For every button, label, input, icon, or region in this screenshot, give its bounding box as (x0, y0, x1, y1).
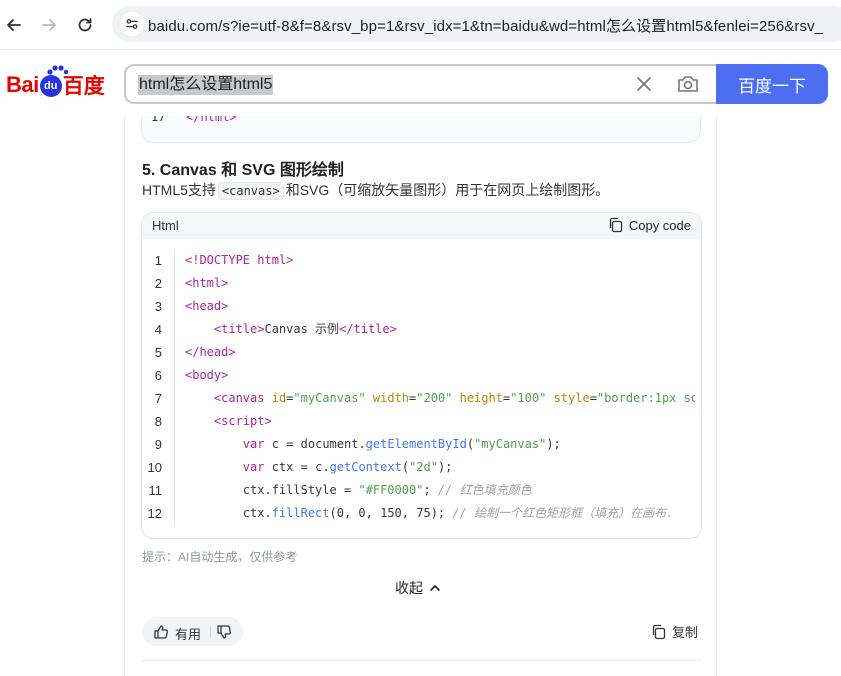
line-number: 3 (154, 299, 162, 314)
code-text: <!DOCTYPE html> (185, 253, 294, 267)
copy-code-label: Copy code (628, 217, 691, 233)
copy-icon (652, 624, 666, 639)
line-number: 11 (148, 483, 163, 498)
code-line: 1 <!DOCTYPE html> (142, 249, 701, 272)
line-number: 6 (154, 368, 162, 383)
line-number: 9 (154, 437, 162, 452)
back-button[interactable] (1, 12, 27, 38)
copy-answer-button[interactable]: 复制 (651, 622, 698, 641)
line-number: 1 (154, 253, 162, 268)
feedback-pill: 有用 (142, 617, 243, 646)
logo-du: du (39, 75, 62, 97)
line-number: 17 (151, 116, 166, 124)
code-text: <body> (185, 368, 229, 382)
section-description: HTML5支持 <canvas> 和SVG（可缩放矢量图形）用于在网页上绘制图形。 (142, 182, 610, 200)
line-number: 10 (147, 460, 162, 475)
arrow-right-icon (42, 19, 56, 31)
code-line: 5 </head> (142, 341, 701, 364)
clear-icon[interactable] (634, 74, 654, 94)
line-number: 8 (154, 414, 162, 429)
thumbs-up-icon[interactable] (153, 624, 169, 640)
search-header: Bai du 百度 html怎么设置html5 百度一下 (0, 50, 841, 116)
code-text: <head> (185, 299, 229, 313)
thumbs-down-icon[interactable] (216, 624, 232, 640)
code-line: 2 <html> (142, 272, 701, 295)
code-text: var c = document.getElementById("myCanva… (242, 437, 561, 451)
arrow-left-icon (7, 19, 21, 31)
code-line: 7 <canvas id="myCanvas" width="200" heig… (142, 387, 701, 410)
site-info-icon[interactable] (120, 12, 144, 36)
code-line: 3 <head> (142, 295, 701, 318)
copy-code-button[interactable]: Copy code (608, 217, 691, 233)
code-line: 6 <body> (142, 364, 701, 387)
collapse-button[interactable]: 收起 (395, 578, 441, 598)
line-number: 4 (154, 322, 162, 337)
code-body: 1 <!DOCTYPE html> 2 <html> 3 <head> 4 <title>C… (142, 249, 701, 525)
code-language: Html (152, 218, 179, 233)
ai-hint: 提示：AI自动生成，仅供参考 (142, 550, 298, 564)
copy-answer-label: 复制 (672, 625, 699, 640)
camera-icon[interactable] (676, 72, 700, 96)
code-text: ctx.fillStyle = "#FF0000"; // 红色填充颜色 (242, 483, 532, 497)
code-header: Html Copy code (142, 213, 701, 239)
code-line: 12 ctx.fillRect(0, 0, 150, 75); // 绘制一个红… (142, 502, 701, 525)
code-line: 11 ctx.fillStyle = "#FF0000"; // 红色填充颜色 (142, 479, 701, 502)
copy-icon (609, 217, 622, 233)
inline-code: <canvas> (217, 182, 284, 200)
line-number: 12 (147, 506, 162, 521)
line-number: 5 (154, 345, 162, 360)
baidu-logo[interactable]: Bai du 百度 (6, 65, 105, 103)
reload-icon (78, 18, 92, 32)
code-text: </head> (185, 345, 236, 359)
code-block: Html Copy code 1 <!DOCTYPE html> 2 <html> 3 <… (141, 212, 702, 539)
code-line: 8 <script> (142, 410, 701, 433)
code-text: <html> (185, 276, 229, 290)
code-line: 10 var ctx = c.getContext("2d"); (142, 456, 701, 479)
address-bar[interactable]: baidu.com/s?ie=utf-8&f=8&rsv_bp=1&rsv_id… (112, 6, 841, 42)
ai-answer-card: 17 </html> 5. Canvas 和 SVG 图形绘制 HTML5支持 <… (124, 116, 717, 676)
search-input[interactable]: html怎么设置html5 (124, 64, 718, 104)
divider (141, 660, 702, 661)
logo-baidu-cn: 百度 (62, 75, 105, 98)
search-query[interactable]: html怎么设置html5 (138, 75, 274, 95)
browser-toolbar: baidu.com/s?ie=utf-8&f=8&rsv_bp=1&rsv_id… (0, 0, 841, 50)
code-text: </html> (186, 116, 237, 124)
line-number: 2 (154, 276, 162, 291)
divider (210, 626, 211, 638)
previous-code-block: 17 </html> (141, 116, 701, 143)
code-text: <script> (213, 414, 272, 428)
code-line: 4 <title>Canvas 示例</title> (142, 318, 701, 341)
address-url[interactable]: baidu.com/s?ie=utf-8&f=8&rsv_bp=1&rsv_id… (148, 15, 823, 36)
useful-label[interactable]: 有用 (175, 624, 201, 643)
code-text: <canvas id="myCanvas" width="200" height… (213, 391, 695, 405)
code-line: 9 var c = document.getElementById("myCan… (142, 433, 701, 456)
line-number: 7 (154, 391, 162, 406)
forward-button[interactable] (36, 12, 62, 38)
code-text: ctx.fillRect(0, 0, 150, 75); // 绘制一个红色矩形… (242, 506, 674, 520)
code-text: <title>Canvas 示例</title> (213, 322, 397, 336)
chevron-up-icon (430, 585, 440, 591)
logo-bai: Bai (6, 72, 39, 97)
search-button[interactable]: 百度一下 (716, 64, 828, 104)
code-text: var ctx = c.getContext("2d"); (242, 460, 453, 474)
reload-button[interactable] (72, 12, 98, 38)
collapse-label: 收起 (395, 580, 423, 596)
section-title: 5. Canvas 和 SVG 图形绘制 (142, 162, 344, 179)
